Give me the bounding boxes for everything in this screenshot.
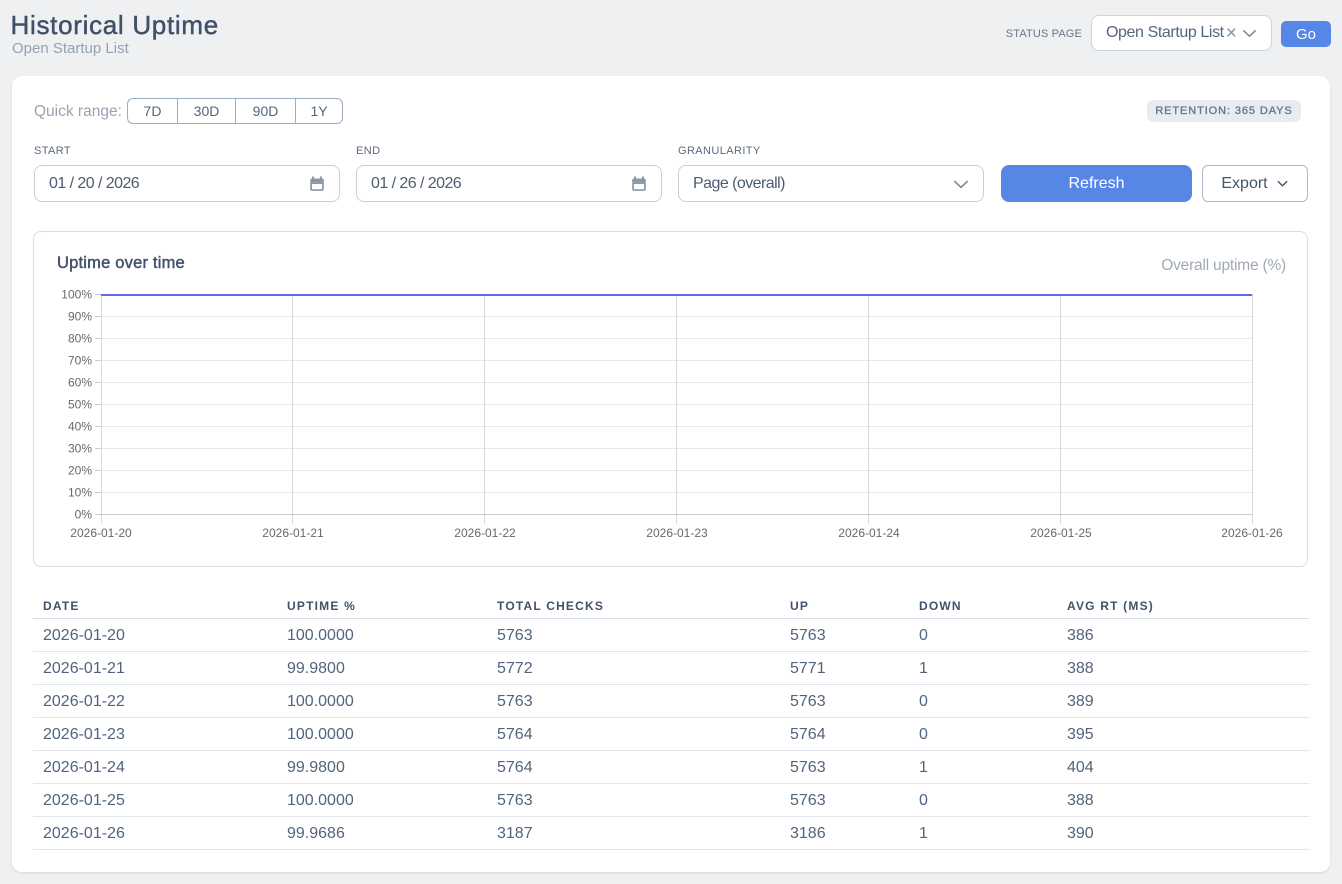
svg-text:2026-01-25: 2026-01-25	[1030, 526, 1092, 540]
svg-text:90%: 90%	[68, 310, 92, 324]
svg-text:80%: 80%	[68, 332, 92, 346]
svg-text:70%: 70%	[68, 354, 92, 368]
svg-text:10%: 10%	[68, 486, 92, 500]
svg-text:100%: 100%	[61, 288, 92, 302]
svg-text:2026-01-26: 2026-01-26	[1221, 526, 1283, 540]
svg-text:2026-01-24: 2026-01-24	[838, 526, 900, 540]
svg-text:40%: 40%	[68, 420, 92, 434]
svg-text:2026-01-23: 2026-01-23	[646, 526, 708, 540]
svg-text:30%: 30%	[68, 442, 92, 456]
svg-text:2026-01-22: 2026-01-22	[454, 526, 516, 540]
svg-text:2026-01-20: 2026-01-20	[70, 526, 132, 540]
svg-text:50%: 50%	[68, 398, 92, 412]
svg-text:60%: 60%	[68, 376, 92, 390]
svg-text:0%: 0%	[75, 508, 93, 522]
svg-text:2026-01-21: 2026-01-21	[262, 526, 324, 540]
svg-text:20%: 20%	[68, 464, 92, 478]
